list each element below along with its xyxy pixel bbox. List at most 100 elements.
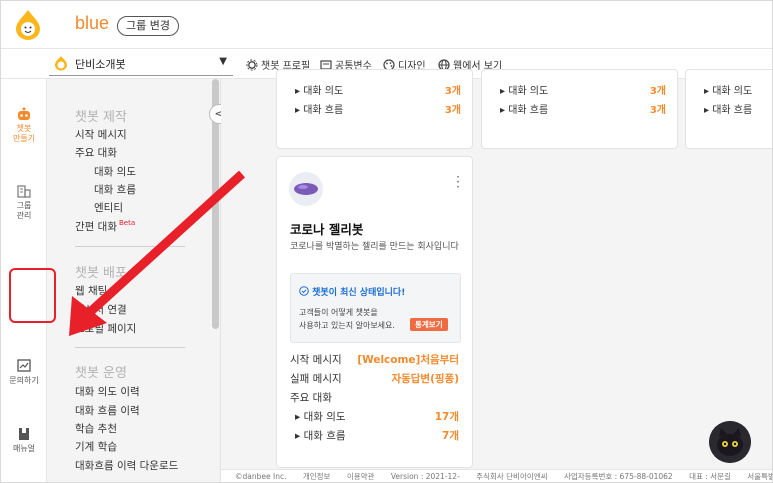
bot-logo-icon bbox=[55, 56, 67, 71]
row-label: 대화 흐름 bbox=[508, 105, 549, 116]
menu-item-web-chat[interactable]: 웹 채팅 bbox=[75, 283, 107, 298]
menu-section-deploy: 챗봇 배포 bbox=[75, 266, 127, 281]
menu-item-main-dialog[interactable]: 주요 대화 bbox=[75, 145, 117, 160]
intent-row: ▸ 대화 의도 3개 bbox=[500, 82, 666, 97]
menu-divider bbox=[75, 347, 185, 348]
menu-item-dialog-intent[interactable]: 대화 의도 bbox=[94, 164, 136, 179]
menu-item-flow-history[interactable]: 대화 흐름 이력 bbox=[75, 403, 140, 418]
jelly-avatar-icon bbox=[289, 172, 323, 206]
menu-divider bbox=[75, 246, 185, 247]
annotation-highlight-box bbox=[9, 268, 56, 323]
building-icon bbox=[17, 185, 31, 198]
status-line-1: 고객들이 어떻게 챗봇을 bbox=[299, 308, 378, 317]
fail-message-value[interactable]: 자동답변(핑퐁) bbox=[391, 371, 459, 386]
gear-icon bbox=[246, 59, 258, 70]
flow-row: ▸ 대화 흐름 bbox=[295, 430, 346, 442]
chat-mascot-icon[interactable] bbox=[709, 421, 751, 463]
footer-company: 주식회사 단비아이엔씨 bbox=[476, 472, 548, 481]
inquiry-icon bbox=[17, 359, 31, 372]
menu-item-learn-recommend[interactable]: 학습 추천 bbox=[75, 421, 117, 436]
bot-card[interactable]: ▸ 대화 의도 3개 ▸ 대화 흐름 3개 bbox=[481, 69, 678, 149]
flow-count: 7개 bbox=[442, 430, 459, 442]
main-dialog-label: 주요 대화 bbox=[290, 392, 332, 404]
selected-bot-name: 단비소개봇 bbox=[75, 58, 126, 71]
start-message-label: 시작 메시지 bbox=[290, 354, 342, 366]
menu-item-simple-dialog[interactable]: 간편 대화 Beta bbox=[75, 219, 135, 234]
menu-item-entity[interactable]: 엔티티 bbox=[94, 200, 123, 215]
footer-terms-link[interactable]: 이용약관 bbox=[347, 472, 375, 481]
status-text: 챗봇이 최신 상태입니다! bbox=[299, 285, 405, 298]
flow-count: 3개 bbox=[444, 105, 461, 116]
footer-registration: 사업자등록번호 : 675-88-01062 bbox=[563, 472, 673, 481]
status-label: 챗봇이 최신 상태입니다! bbox=[312, 288, 406, 298]
footer: ©danbee Inc. 개인정보 이용약관 Version : 2021-12… bbox=[221, 469, 772, 482]
beta-badge: Beta bbox=[118, 219, 136, 227]
danbee-logo-icon[interactable] bbox=[13, 9, 43, 41]
menu-item-machine-learning[interactable]: 기계 학습 bbox=[75, 439, 117, 454]
rail-item-manual[interactable]: 매뉴얼 bbox=[1, 427, 47, 454]
rail-item-build-bot[interactable]: 챗봇 만들기 bbox=[1, 107, 47, 144]
flow-row: ▸ 대화 흐름 3개 bbox=[500, 101, 666, 116]
rail-label: 문의하기 bbox=[9, 376, 39, 385]
row-label: 대화 의도 bbox=[712, 86, 753, 97]
bot-card-corona-jellybot[interactable]: · · · 코로나 젤리봇 코로나를 박멸하는 젤리를 만드는 회사입니다 챗봇이 … bbox=[276, 156, 473, 468]
bot-card[interactable]: ▸ 대화 의도 3개 ▸ 대화 흐름 3개 bbox=[276, 69, 473, 149]
menu-section-build: 챗봇 제작 bbox=[75, 110, 127, 125]
intent-count: 3개 bbox=[649, 86, 666, 97]
flow-row: ▸ 대화 흐름 3개 bbox=[295, 101, 461, 116]
rail-label: 그룹 bbox=[16, 201, 32, 210]
menu-item-dialog-flow[interactable]: 대화 흐름 bbox=[94, 182, 136, 197]
bot-title: 코로나 젤리봇 bbox=[290, 222, 364, 237]
menu-item-label: 간편 대화 bbox=[75, 221, 117, 233]
bot-card[interactable]: ▸ 대화 의도 ▸ 대화 흐름 bbox=[685, 69, 772, 149]
app-window: blue 그룹 변경 단비소개봇 ▼ 챗봇 프로필 공통변수 디자인 웹에서 보… bbox=[0, 0, 773, 483]
status-line-2: 사용하고 있는지 알아보세요. bbox=[299, 321, 395, 330]
row-label: 대화 의도 bbox=[508, 86, 549, 97]
footer-copyright: ©danbee Inc. bbox=[235, 472, 287, 481]
menu-section-ops: 챗봇 운영 bbox=[75, 366, 127, 381]
intent-row: ▸ 대화 의도 3개 bbox=[295, 82, 461, 97]
flow-row: ▸ 대화 흐름 bbox=[704, 105, 753, 116]
start-message-value[interactable]: [Welcome]처음부터 bbox=[357, 352, 459, 367]
manual-icon bbox=[19, 428, 29, 440]
stats-button[interactable]: 통계보기 bbox=[410, 318, 448, 331]
group-change-button[interactable]: 그룹 변경 bbox=[117, 16, 179, 36]
menu-item-profile-page[interactable]: 프로필 페이지 bbox=[75, 321, 136, 336]
row-label: 대화 흐름 bbox=[712, 105, 753, 116]
footer-address: 서울특별시 bbox=[747, 472, 772, 481]
side-menu: 챗봇 제작 시작 메시지 주요 대화 대화 의도 대화 흐름 엔티티 간편 대화… bbox=[47, 79, 221, 482]
intent-count: 3개 bbox=[444, 86, 461, 97]
row-label: 대화 흐름 bbox=[303, 430, 346, 442]
rail-label: 만들기 bbox=[12, 134, 36, 143]
robot-icon bbox=[18, 107, 30, 120]
main-content: ▸ 대화 의도 3개 ▸ 대화 흐름 3개 ▸ 대화 의도 3개 ▸ 대화 흐름 3개 … bbox=[221, 69, 772, 482]
menu-item-start-message[interactable]: 시작 메시지 bbox=[75, 127, 127, 142]
rail-label: 관리 bbox=[16, 211, 32, 220]
chevron-down-icon: ▼ bbox=[219, 56, 227, 67]
bot-description: 코로나를 박멸하는 젤리를 만드는 회사입니다 bbox=[290, 242, 459, 252]
menu-item-intent-history[interactable]: 대화 의도 이력 bbox=[75, 384, 140, 399]
rail-label: 매뉴얼 bbox=[12, 444, 36, 453]
rail-item-inquiry[interactable]: 문의하기 bbox=[1, 359, 47, 386]
intent-row: ▸ 대화 의도 bbox=[704, 86, 753, 97]
status-box: 챗봇이 최신 상태입니다! 고객들이 어떻게 챗봇을 사용하고 있는지 알아보세… bbox=[290, 273, 461, 343]
app-name: blue bbox=[75, 13, 110, 33]
footer-ceo: 대표 : 서문길 bbox=[689, 472, 731, 481]
more-options-icon[interactable]: · · · bbox=[456, 171, 460, 193]
intent-row: ▸ 대화 의도 bbox=[295, 411, 346, 423]
fail-message-label: 실패 메시지 bbox=[290, 373, 342, 385]
footer-privacy-link[interactable]: 개인정보 bbox=[303, 472, 331, 481]
menu-item-messenger[interactable]: 메신저 연결 bbox=[75, 302, 127, 317]
top-bar: blue 그룹 변경 bbox=[1, 1, 772, 49]
bot-selector[interactable]: 단비소개봇 ▼ bbox=[49, 52, 233, 76]
footer-version: Version : 2021-12- bbox=[390, 472, 460, 481]
row-label: 대화 의도 bbox=[303, 411, 346, 423]
intent-count: 17개 bbox=[434, 411, 459, 423]
row-label: 대화 의도 bbox=[303, 86, 344, 97]
flow-count: 3개 bbox=[649, 105, 666, 116]
check-circle-icon bbox=[299, 286, 309, 296]
rail-label: 챗봇 bbox=[16, 124, 32, 133]
menu-item-history-download[interactable]: 대화흐름 이력 다운로드 bbox=[75, 458, 178, 473]
row-label: 대화 흐름 bbox=[303, 105, 344, 116]
rail-item-group-manage[interactable]: 그룹 관리 bbox=[1, 184, 47, 221]
